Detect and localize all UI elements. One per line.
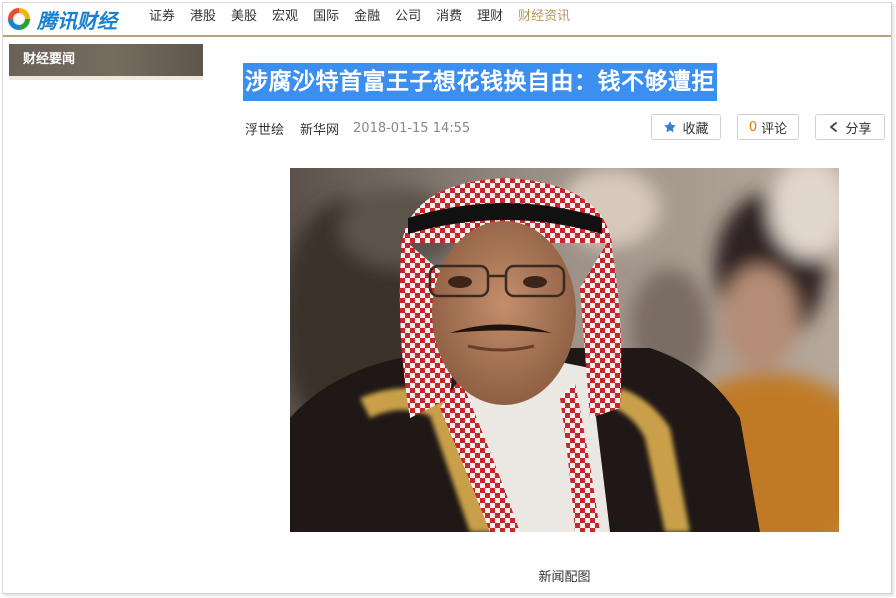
nav-item-finance-news[interactable]: 财经资讯	[518, 7, 570, 27]
article-source[interactable]: 新华网	[300, 119, 339, 138]
article-author[interactable]: 浮世绘	[245, 119, 284, 138]
favorite-label: 收藏	[682, 121, 709, 137]
article-headline: 涉腐沙特首富王子想花钱换自由：钱不够遭拒	[243, 63, 717, 101]
share-button[interactable]: 分享	[815, 114, 885, 140]
comment-count: 0	[748, 119, 758, 135]
star-icon	[663, 120, 677, 134]
comment-button[interactable]: 0 评论	[737, 114, 799, 140]
nav-item-companies[interactable]: 公司	[395, 7, 421, 27]
favorite-button[interactable]: 收藏	[651, 114, 721, 140]
section-divider	[9, 76, 203, 80]
channel-nav: 证券 港股 美股 宏观 国际 金融 公司 消费 理财 财经资讯	[149, 7, 585, 27]
nav-item-securities[interactable]: 证券	[149, 7, 175, 27]
page-frame: 腾讯财经 证券 港股 美股 宏观 国际 金融 公司 消费 理财 财经资讯 财经要…	[2, 2, 892, 594]
article-time: 2018-01-15 14:55	[353, 120, 471, 136]
brand-logo[interactable]: 腾讯财经	[5, 5, 117, 33]
brand-name: 腾讯财经	[37, 8, 117, 33]
article-photo	[290, 168, 839, 532]
nav-item-wealth[interactable]: 理财	[477, 7, 503, 27]
section-label[interactable]: 财经要闻	[9, 44, 203, 76]
nav-item-finance[interactable]: 金融	[354, 7, 380, 27]
nav-item-macro[interactable]: 宏观	[272, 7, 298, 27]
nav-item-international[interactable]: 国际	[313, 7, 339, 27]
comment-label: 评论	[761, 121, 788, 137]
article-meta: 浮世绘 新华网 2018-01-15 14:55	[245, 119, 471, 138]
share-icon	[828, 121, 840, 133]
photo-illustration	[290, 168, 839, 532]
nav-item-consumer[interactable]: 消费	[436, 7, 462, 27]
image-caption: 新闻配图	[538, 570, 591, 585]
tencent-logo-icon	[5, 5, 33, 33]
nav-item-us-stocks[interactable]: 美股	[231, 7, 257, 27]
top-navigation: 腾讯财经 证券 港股 美股 宏观 国际 金融 公司 消费 理财 财经资讯	[3, 3, 891, 37]
nav-item-hk-stocks[interactable]: 港股	[190, 7, 216, 27]
share-label: 分享	[845, 121, 872, 137]
